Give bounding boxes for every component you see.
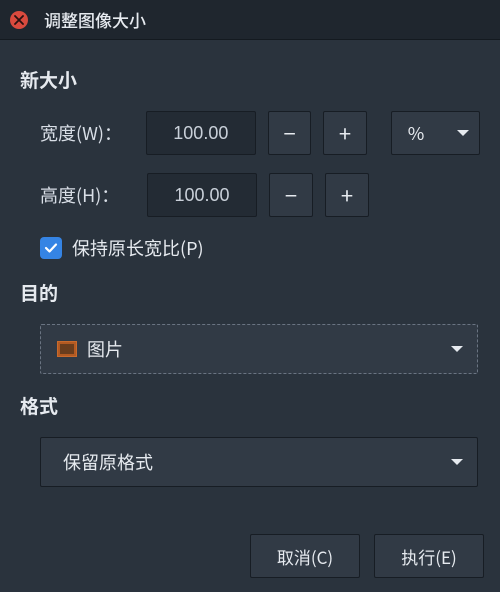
dialog-footer: 取消(C) 执行(E) xyxy=(250,534,484,578)
section-target-heading: 目的 xyxy=(20,279,480,306)
title-bar: 调整图像大小 xyxy=(0,0,500,40)
cancel-button[interactable]: 取消(C) xyxy=(250,534,360,578)
aspect-ratio-row: 保持原长宽比(P) xyxy=(40,235,480,261)
chevron-down-icon xyxy=(457,130,469,136)
width-row: 宽度(W)： − + % xyxy=(40,111,480,155)
picture-icon xyxy=(57,341,77,357)
close-button[interactable] xyxy=(10,11,28,29)
aspect-ratio-checkbox[interactable] xyxy=(40,237,62,259)
width-input[interactable] xyxy=(146,111,256,155)
chevron-down-icon xyxy=(451,459,463,465)
unit-select-label: % xyxy=(408,120,425,146)
close-icon xyxy=(14,15,24,25)
width-decrement-button[interactable]: − xyxy=(268,111,311,155)
height-decrement-button[interactable]: − xyxy=(269,173,313,217)
width-increment-button[interactable]: + xyxy=(323,111,366,155)
section-format-heading: 格式 xyxy=(20,392,480,419)
height-row: 高度(H)： − + xyxy=(40,173,480,217)
dialog-title: 调整图像大小 xyxy=(44,7,146,32)
execute-button[interactable]: 执行(E) xyxy=(374,534,484,578)
target-select-label: 图片 xyxy=(87,336,123,362)
aspect-ratio-label: 保持原长宽比(P) xyxy=(72,235,204,261)
section-new-size-heading: 新大小 xyxy=(20,66,480,93)
height-increment-button[interactable]: + xyxy=(325,173,369,217)
target-select[interactable]: 图片 xyxy=(40,324,478,374)
unit-select[interactable]: % xyxy=(391,111,480,155)
width-label: 宽度(W)： xyxy=(40,120,134,146)
check-icon xyxy=(44,241,58,255)
format-select[interactable]: 保留原格式 xyxy=(40,437,478,487)
chevron-down-icon xyxy=(451,346,463,352)
height-label: 高度(H)： xyxy=(40,182,135,208)
format-select-label: 保留原格式 xyxy=(57,449,153,475)
height-input[interactable] xyxy=(147,173,257,217)
